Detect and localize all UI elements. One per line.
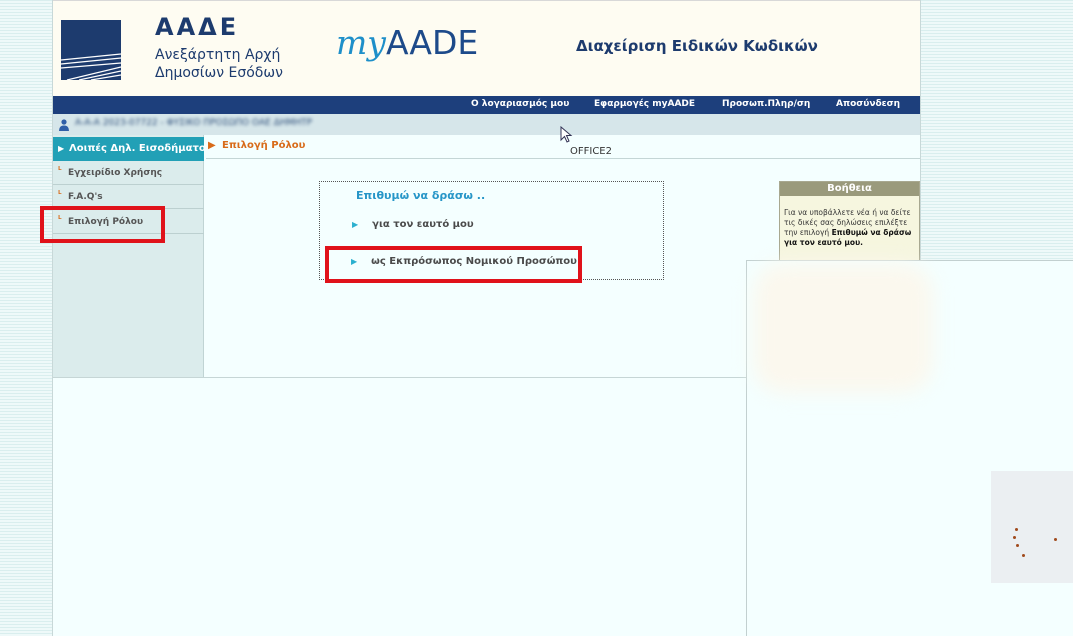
- user-info-bar: Α-Α-Α 2023-07722 - ΦΥΣΙΚΟ ΠΡΟΣΩΠΟ ΟΑΕ ΔΗ…: [53, 114, 920, 135]
- help-body: Για να υποβάλλετε νέα ή να δείτε τις δικ…: [780, 196, 919, 248]
- nav-logout-link[interactable]: Αποσύνδεση: [836, 99, 900, 109]
- logo-aade-part: AADE: [385, 23, 479, 62]
- overlay-window: [746, 260, 1073, 636]
- dot-marker: [1022, 554, 1025, 557]
- nav-personal-info-link[interactable]: Προσωπ.Πληρ/ση: [722, 99, 810, 109]
- sidebar-item-other-income-declarations[interactable]: ▶ Λοιπές Δηλ. Εισοδήματος: [53, 137, 204, 161]
- role-heading: Επιθυμώ να δράσω ..: [356, 189, 486, 202]
- nav-my-account-link[interactable]: Ο λογαριασμός μου: [471, 99, 569, 109]
- mouse-cursor-icon: [560, 126, 573, 143]
- office-label: OFFICE2: [570, 146, 612, 157]
- org-name-line2: Δημοσίων Εσόδων: [155, 65, 283, 81]
- dot-marker: [1054, 538, 1057, 541]
- logo-my-part: my: [336, 23, 386, 62]
- myaade-logo[interactable]: myAADE: [336, 23, 478, 62]
- sidebar-active-label: Λοιπές Δηλ. Εισοδήματος: [69, 143, 204, 154]
- site-header: ΑΑΔΕ Ανεξάρτητη Αρχή Δημοσίων Εσόδων myA…: [53, 0, 920, 96]
- blurred-region: [753, 263, 933, 393]
- breadcrumb-label: Επιλογή Ρόλου: [222, 140, 306, 151]
- play-arrow-icon: ▶: [208, 140, 216, 151]
- help-panel: Βοήθεια Για να υποβάλλετε νέα ή να δείτε…: [779, 181, 920, 261]
- sidebar-item-user-manual[interactable]: ᒻ Εγχειρίδιο Χρήσης: [53, 161, 204, 185]
- org-name-line1: Ανεξάρτητη Αρχή: [155, 47, 281, 63]
- sidebar-item-label: F.A.Q's: [68, 192, 103, 202]
- role-option-self[interactable]: ▶ για τον εαυτό μου: [352, 219, 474, 230]
- play-arrow-icon: ▶: [58, 144, 65, 153]
- app-title: Διαχείριση Ειδικών Κωδικών: [576, 37, 818, 55]
- corner-bullet-icon: ᒻ: [58, 166, 62, 176]
- help-title: Βοήθεια: [780, 182, 919, 196]
- play-arrow-icon: ▶: [352, 220, 359, 229]
- aade-emblem-icon: [61, 20, 121, 80]
- top-navigation: Ο λογαριασμός μου Εφαρμογές myAADE Προσω…: [53, 96, 920, 114]
- dot-marker: [1015, 528, 1018, 531]
- sidebar: ▶ Λοιπές Δηλ. Εισοδήματος ᒻ Εγχειρίδιο Χ…: [53, 135, 204, 377]
- highlight-box-role-selection: [40, 206, 165, 243]
- dot-marker: [1016, 544, 1019, 547]
- user-info-text: Α-Α-Α 2023-07722 - ΦΥΣΙΚΟ ΠΡΟΣΩΠΟ ΟΑΕ ΔΗ…: [75, 118, 313, 128]
- user-icon: [59, 119, 69, 131]
- nav-myaade-apps-link[interactable]: Εφαρμογές myAADE: [594, 99, 695, 109]
- role-option-label: για τον εαυτό μου: [372, 219, 474, 230]
- sidebar-item-label: Εγχειρίδιο Χρήσης: [68, 168, 163, 178]
- highlight-box-legal-entity-option: [325, 246, 582, 283]
- thumbnail-preview: [991, 471, 1073, 583]
- org-acronym: ΑΑΔΕ: [155, 13, 240, 41]
- dot-marker: [1013, 536, 1016, 539]
- corner-bullet-icon: ᒻ: [58, 190, 62, 200]
